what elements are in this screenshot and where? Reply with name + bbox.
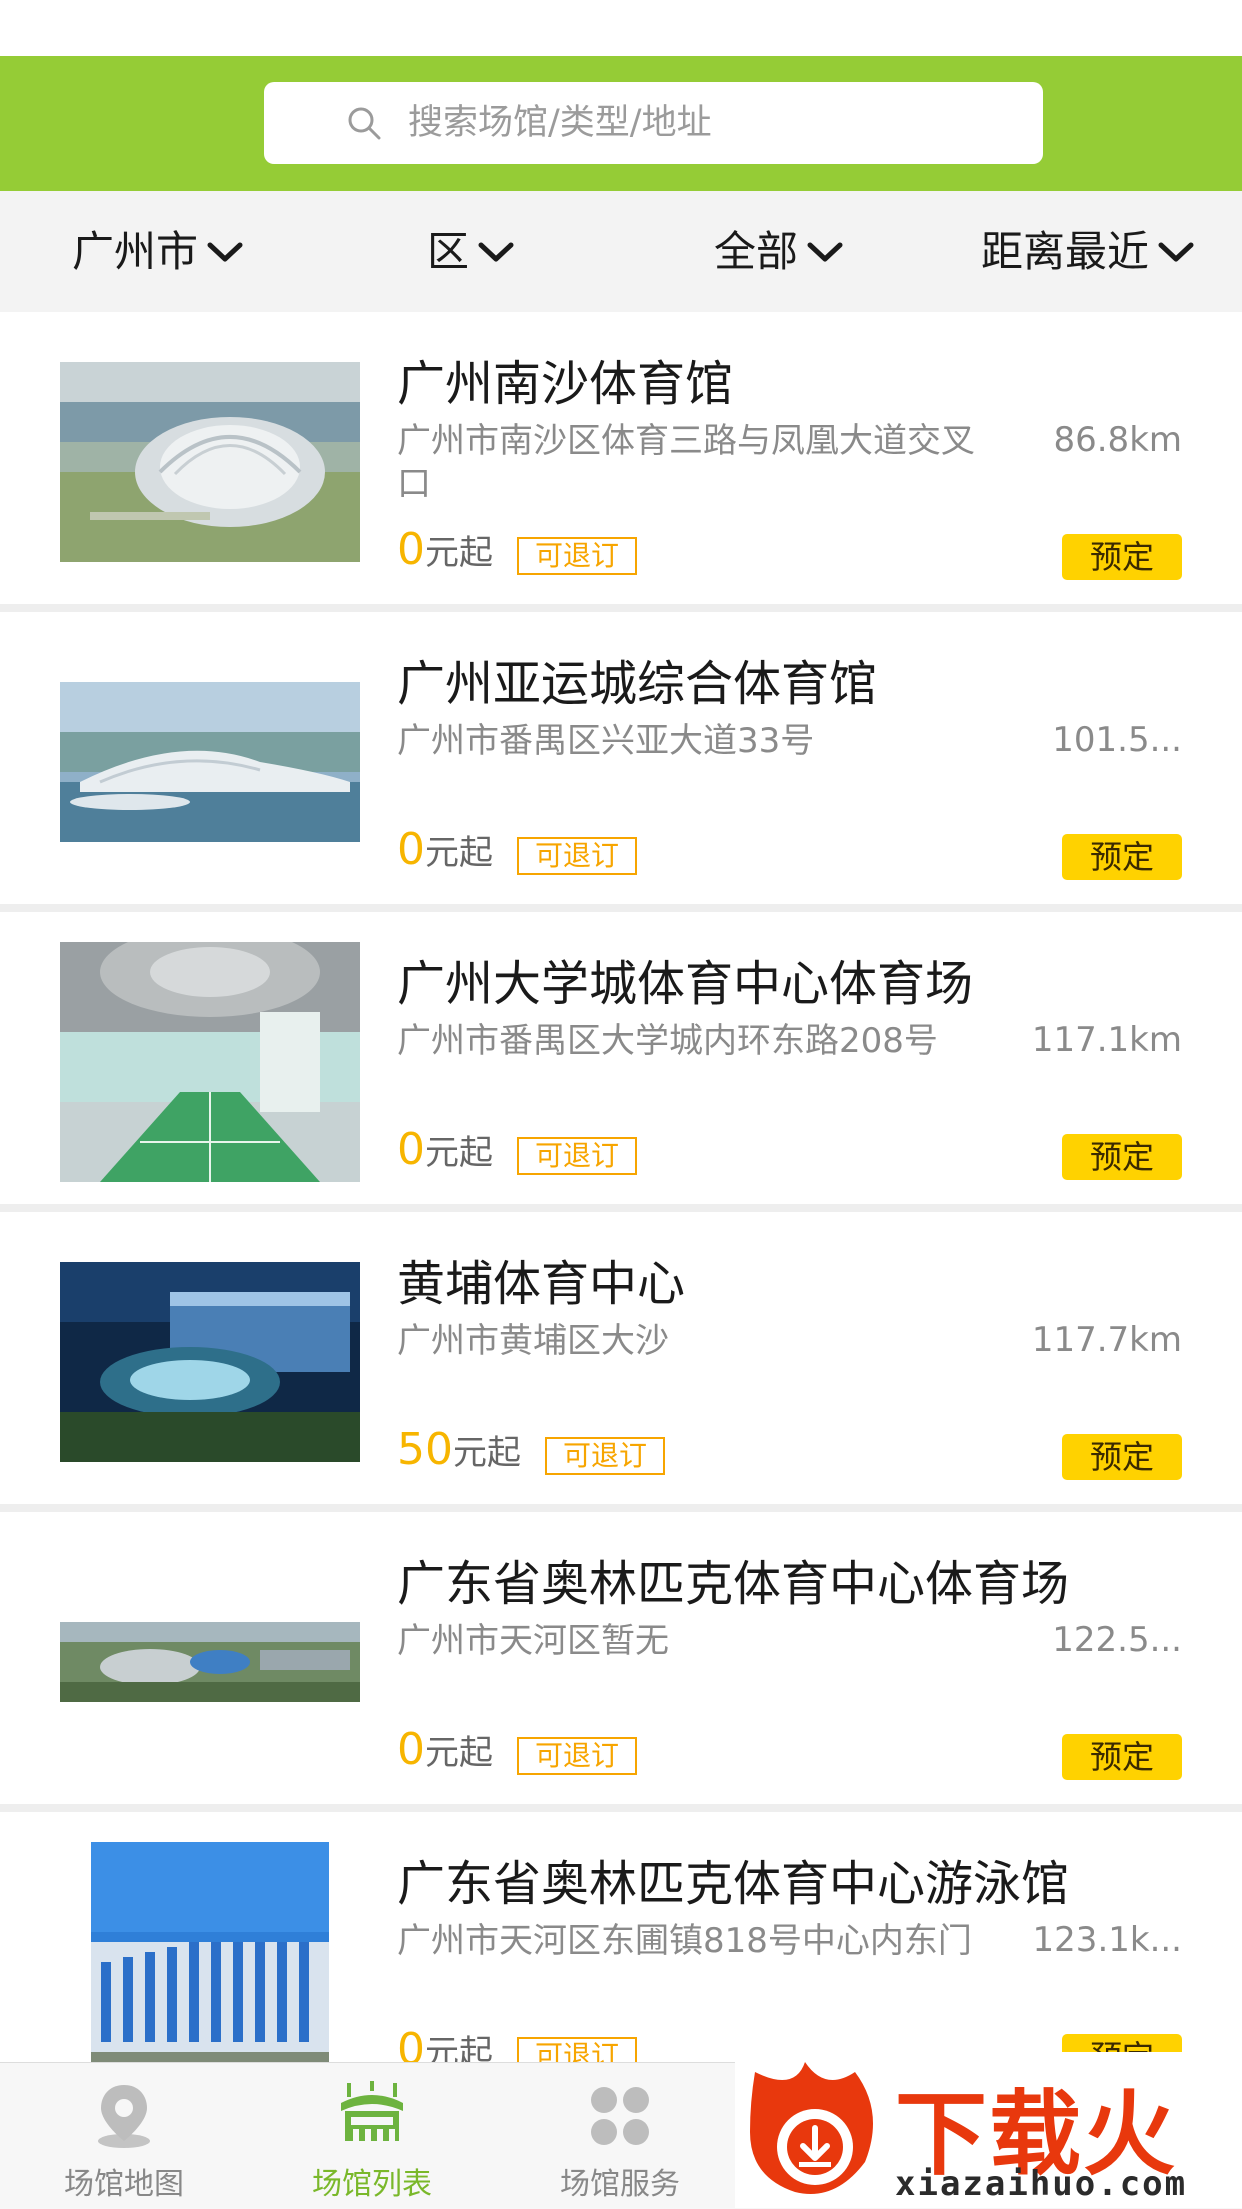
venue-distance: 123.1k... xyxy=(1032,1920,1182,1960)
venue-name: 广州亚运城综合体育馆 xyxy=(397,656,878,712)
tab-venue-map-label: 场馆地图 xyxy=(64,2167,184,2202)
divider xyxy=(0,1504,1242,1512)
search-header: 搜索场馆/类型/地址 xyxy=(0,56,1242,191)
filter-city-label: 广州市 xyxy=(72,227,199,276)
search-input[interactable]: 搜索场馆/类型/地址 xyxy=(264,82,1043,164)
price-value: 0 xyxy=(397,824,425,875)
venue-name: 广州大学城体育中心体育场 xyxy=(397,956,974,1012)
tab-venue-list[interactable]: 场馆列表 xyxy=(248,2063,496,2209)
venue-distance: 101.5... xyxy=(1052,720,1182,760)
venue-photo xyxy=(60,942,360,1182)
venue-address: 广州市天河区东圃镇818号中心内东门 xyxy=(397,1921,972,1961)
flame-logo-icon xyxy=(750,2062,873,2194)
venue-name: 广东省奥林匹克体育中心游泳馆 xyxy=(397,1856,1070,1912)
price-unit: 元起 xyxy=(425,533,493,573)
venue-photo xyxy=(60,1622,360,1702)
refund-badge: 可退订 xyxy=(545,1436,666,1475)
filter-type[interactable]: 全部 xyxy=(714,191,844,312)
refund-badge: 可退订 xyxy=(517,1736,638,1775)
chevron-down-icon xyxy=(807,242,843,261)
venue-price: 0元起 可退订 xyxy=(397,1722,638,1778)
venue-price: 0元起 可退订 xyxy=(397,1122,638,1178)
venue-photo xyxy=(60,682,360,842)
tab-venue-service-label: 场馆服务 xyxy=(560,2167,680,2202)
venue-price: 0元起 可退订 xyxy=(397,822,638,878)
stadium-icon xyxy=(341,2081,403,2141)
status-bar xyxy=(0,0,1242,56)
venue-photo xyxy=(60,1262,360,1462)
venue-address: 广州市番禺区兴亚大道33号 xyxy=(397,721,815,761)
divider xyxy=(0,604,1242,612)
price-unit: 元起 xyxy=(425,1133,493,1173)
price-value: 0 xyxy=(397,1724,425,1775)
refund-badge: 可退订 xyxy=(517,1136,638,1175)
price-value: 0 xyxy=(397,524,425,575)
venue-name: 黄埔体育中心 xyxy=(397,1256,686,1312)
tab-venue-map[interactable]: 场馆地图 xyxy=(0,2063,248,2209)
filter-district[interactable]: 区 xyxy=(427,191,515,312)
venue-name: 广东省奥林匹克体育中心体育场 xyxy=(397,1556,1070,1612)
watermark-logo: 下载火 xiazaihuo.com xyxy=(735,2052,1242,2208)
venue-address: 广州市天河区暂无 xyxy=(397,1621,669,1661)
grid-icon xyxy=(591,2087,649,2145)
venue-address: 广州市黄埔区大沙 xyxy=(397,1321,669,1361)
venue-row[interactable]: 广州亚运城综合体育馆 广州市番禺区兴亚大道33号 101.5... 0元起 可退订… xyxy=(0,612,1242,904)
filter-sort[interactable]: 距离最近 xyxy=(981,191,1195,312)
venue-row[interactable]: 广州大学城体育中心体育场 广州市番禺区大学城内环东路208号 117.1km 0… xyxy=(0,912,1242,1204)
divider xyxy=(0,904,1242,912)
divider xyxy=(0,1804,1242,1812)
venue-photo xyxy=(60,362,360,562)
venue-price: 0元起 可退订 xyxy=(397,522,638,578)
venue-row[interactable]: 黄埔体育中心 广州市黄埔区大沙 117.7km 50元起 可退订 预定 xyxy=(0,1212,1242,1504)
search-placeholder: 搜索场馆/类型/地址 xyxy=(408,103,712,143)
tab-venue-service[interactable]: 场馆服务 xyxy=(496,2063,744,2209)
filter-sort-label: 距离最近 xyxy=(981,227,1150,276)
venue-distance: 117.7km xyxy=(1031,1320,1182,1360)
refund-badge: 可退订 xyxy=(517,536,638,575)
book-button[interactable]: 预定 xyxy=(1062,534,1182,580)
venue-distance: 117.1km xyxy=(1031,1020,1182,1060)
map-pin-icon xyxy=(98,2085,150,2148)
venue-address: 广州市番禺区大学城内环东路208号 xyxy=(397,1021,938,1061)
venue-distance: 122.5... xyxy=(1052,1620,1182,1660)
venue-row[interactable]: 广州南沙体育馆 广州市南沙区体育三路与凤凰大道交叉口 86.8km 0元起 可退订… xyxy=(0,312,1242,604)
filter-type-label: 全部 xyxy=(714,227,799,276)
venue-address: 广州市南沙区体育三路与凤凰大道交叉口 xyxy=(397,421,975,504)
refund-badge: 可退订 xyxy=(517,836,638,875)
search-icon xyxy=(348,107,381,140)
venue-name: 广州南沙体育馆 xyxy=(397,356,734,412)
price-value: 50 xyxy=(397,1424,453,1475)
price-value: 0 xyxy=(397,1124,425,1175)
filter-city[interactable]: 广州市 xyxy=(72,191,244,312)
chevron-down-icon xyxy=(478,242,514,261)
tab-venue-list-label: 场馆列表 xyxy=(312,2167,432,2202)
chevron-down-icon xyxy=(1158,242,1194,261)
price-unit: 元起 xyxy=(453,1433,521,1473)
book-button[interactable]: 预定 xyxy=(1062,1134,1182,1180)
venue-photo xyxy=(91,1842,329,2082)
price-unit: 元起 xyxy=(425,1733,493,1773)
filter-district-label: 区 xyxy=(427,227,470,276)
venue-distance: 86.8km xyxy=(1053,420,1182,460)
chevron-down-icon xyxy=(207,242,243,261)
book-button[interactable]: 预定 xyxy=(1062,834,1182,880)
price-unit: 元起 xyxy=(425,833,493,873)
divider xyxy=(0,1204,1242,1212)
filter-bar: 广州市 区 全部 距离最近 xyxy=(0,191,1242,312)
venue-row[interactable]: 广东省奥林匹克体育中心体育场 广州市天河区暂无 122.5... 0元起 可退订 … xyxy=(0,1512,1242,1804)
book-button[interactable]: 预定 xyxy=(1062,1734,1182,1780)
book-button[interactable]: 预定 xyxy=(1062,1434,1182,1480)
venue-price: 50元起 可退订 xyxy=(397,1422,666,1478)
watermark-url: xiazaihuo.com xyxy=(895,2164,1188,2204)
